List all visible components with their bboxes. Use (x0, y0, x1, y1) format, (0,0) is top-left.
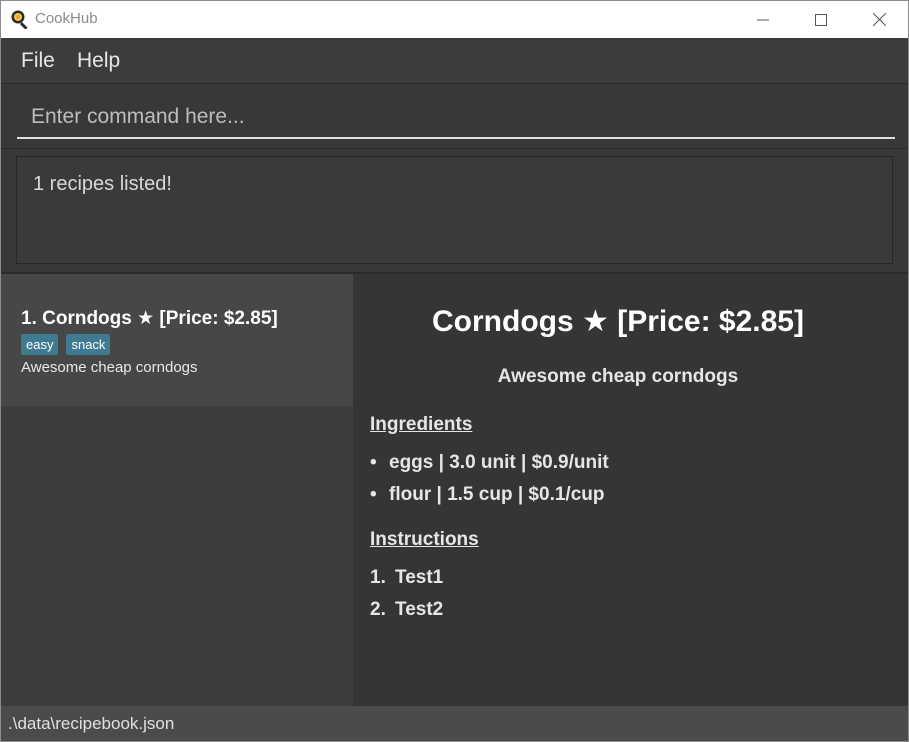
title-bar[interactable]: CookHub (1, 1, 908, 38)
minimize-icon (757, 19, 769, 20)
recipe-list-panel: 1. Corndogs ★ [Price: $2.85] easy snack … (1, 274, 353, 706)
detail-title: Corndogs ★ [Price: $2.85] (432, 305, 804, 338)
instructions-list: 1. Test1 2. Test2 (370, 562, 443, 626)
recipe-card-description: Awesome cheap corndogs (21, 359, 198, 376)
app-window: CookHub File Help 1 recipes listed! 1. C… (0, 0, 909, 742)
tag-snack: snack (66, 334, 111, 355)
menu-help[interactable]: Help (77, 49, 120, 73)
instructions-heading: Instructions (370, 529, 479, 550)
ingredients-list: • eggs | 3.0 unit | $0.9/unit • flour | 1.… (370, 447, 609, 511)
close-button[interactable] (850, 1, 908, 38)
menu-bar: File Help (1, 38, 908, 84)
detail-description: Awesome cheap corndogs (497, 366, 739, 387)
frying-pan-icon (11, 10, 28, 29)
recipe-card-title: 1. Corndogs ★ [Price: $2.85] (21, 308, 278, 329)
instruction-item: 1. Test1 (370, 567, 444, 588)
maximize-button[interactable] (792, 1, 850, 38)
instruction-item: 2. Test2 (370, 599, 444, 620)
tag-list: easy snack (21, 334, 111, 355)
close-icon (872, 13, 886, 26)
command-input[interactable] (17, 96, 895, 139)
minimize-button[interactable] (734, 1, 792, 38)
result-display[interactable]: 1 recipes listed! (16, 156, 893, 264)
ingredient-item: • flour | 1.5 cup | $0.1/cup (370, 484, 605, 505)
tag-easy: easy (21, 334, 59, 355)
ingredients-heading: Ingredients (370, 414, 473, 435)
result-message: 1 recipes listed! (33, 173, 172, 195)
menu-file[interactable]: File (21, 49, 55, 73)
maximize-icon (815, 13, 827, 26)
window-title: CookHub (35, 10, 98, 27)
ingredient-item: • eggs | 3.0 unit | $0.9/unit (370, 452, 609, 473)
status-bar: .\data\recipebook.json (1, 706, 908, 741)
command-box (1, 84, 908, 149)
list-item[interactable]: 1. Corndogs ★ [Price: $2.85] easy snack … (1, 274, 353, 406)
save-location: .\data\recipebook.json (8, 714, 175, 733)
recipe-detail-panel: Corndogs ★ [Price: $2.85] Awesome cheap … (353, 274, 908, 706)
result-display-area: 1 recipes listed! (1, 149, 908, 274)
